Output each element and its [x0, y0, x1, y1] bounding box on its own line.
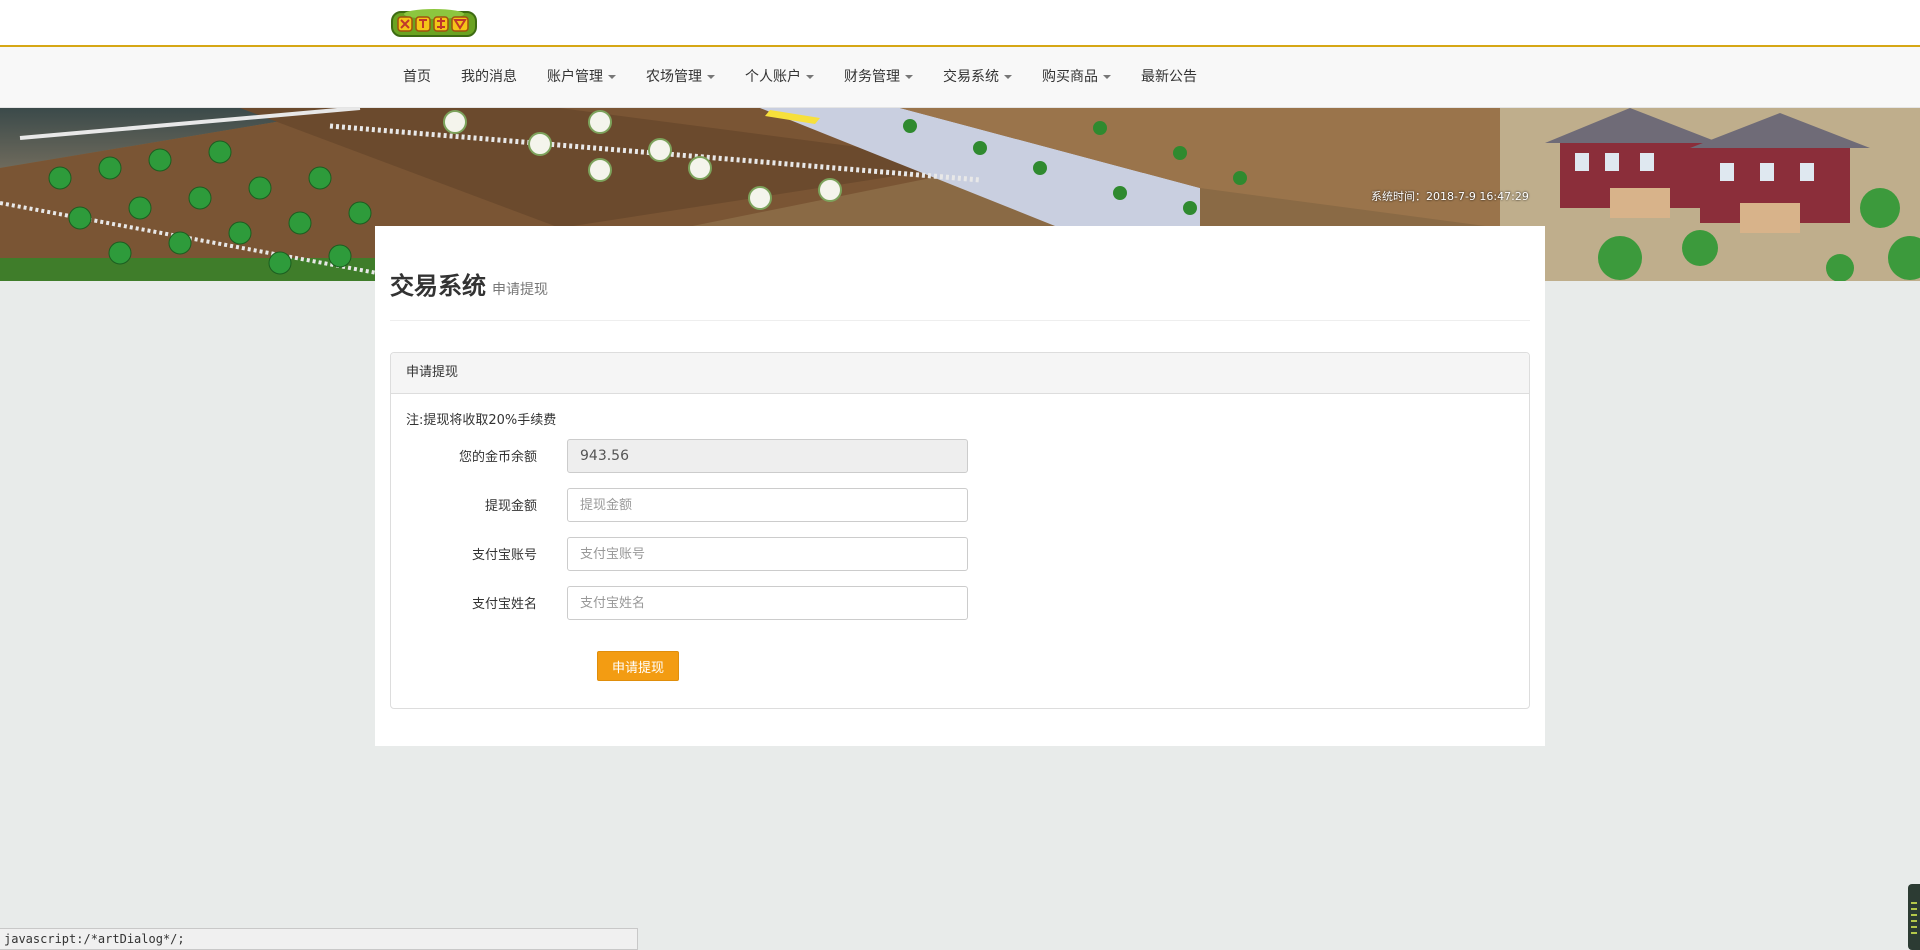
nav-item-finance-management[interactable]: 财务管理 [829, 47, 928, 108]
withdraw-panel: 申请提现 注:提现将收取20%手续费 您的金币余额 提现金额 支付宝账号 支付宝… [390, 352, 1530, 709]
alipay-account-label: 支付宝账号 [471, 548, 537, 563]
main-navbar: 首页 我的消息 账户管理 农场管理 个人账户 财务管理 交易系统 购买商品 最新… [0, 47, 1920, 108]
top-bar [0, 0, 1920, 47]
alipay-account-input[interactable] [567, 537, 968, 571]
page-title: 交易系统 [390, 272, 486, 300]
caret-down-icon [806, 75, 814, 79]
alipay-account-row: 支付宝账号 [391, 537, 991, 571]
fee-note: 注:提现将收取20%手续费 [406, 413, 557, 428]
nav-menu: 首页 我的消息 账户管理 农场管理 个人账户 财务管理 交易系统 购买商品 最新… [388, 47, 1212, 108]
farm-logo-icon[interactable] [390, 6, 478, 40]
balance-row: 您的金币余额 [391, 439, 991, 473]
amount-label: 提现金额 [484, 499, 537, 514]
caret-down-icon [707, 75, 715, 79]
nav-item-personal-account[interactable]: 个人账户 [730, 47, 829, 108]
alipay-name-row: 支付宝姓名 [391, 586, 991, 620]
alipay-name-input[interactable] [567, 586, 968, 620]
nav-item-buy-goods[interactable]: 购买商品 [1027, 47, 1126, 108]
side-widget-icon[interactable] [1908, 884, 1920, 950]
nav-item-home[interactable]: 首页 [388, 47, 446, 108]
nav-item-messages[interactable]: 我的消息 [446, 47, 532, 108]
nav-item-account-management[interactable]: 账户管理 [532, 47, 631, 108]
page-subtitle: 申请提现 [492, 282, 548, 298]
amount-row: 提现金额 [391, 488, 991, 522]
apply-withdraw-button[interactable]: 申请提现 [597, 651, 679, 681]
caret-down-icon [608, 75, 616, 79]
caret-down-icon [1004, 75, 1012, 79]
amount-input[interactable] [567, 488, 968, 522]
browser-status-bar: javascript:/*artDialog*/; [0, 928, 638, 950]
nav-item-farm-management[interactable]: 农场管理 [631, 47, 730, 108]
balance-label: 您的金币余额 [458, 450, 537, 465]
caret-down-icon [1103, 75, 1111, 79]
page-header: 交易系统 申请提现 [390, 266, 1530, 321]
nav-item-announcements[interactable]: 最新公告 [1126, 47, 1212, 108]
system-time: 系统时间：2018-7-9 16:47:29 [1371, 190, 1529, 203]
alipay-name-label: 支付宝姓名 [471, 597, 537, 612]
balance-field [567, 439, 968, 473]
caret-down-icon [905, 75, 913, 79]
panel-heading: 申请提现 [391, 353, 1529, 394]
nav-item-trading-system[interactable]: 交易系统 [928, 47, 1027, 108]
main-content: 交易系统申请提现 申请提现 注:提现将收取20%手续费 您的金币余额 提现金额 … [375, 226, 1545, 746]
